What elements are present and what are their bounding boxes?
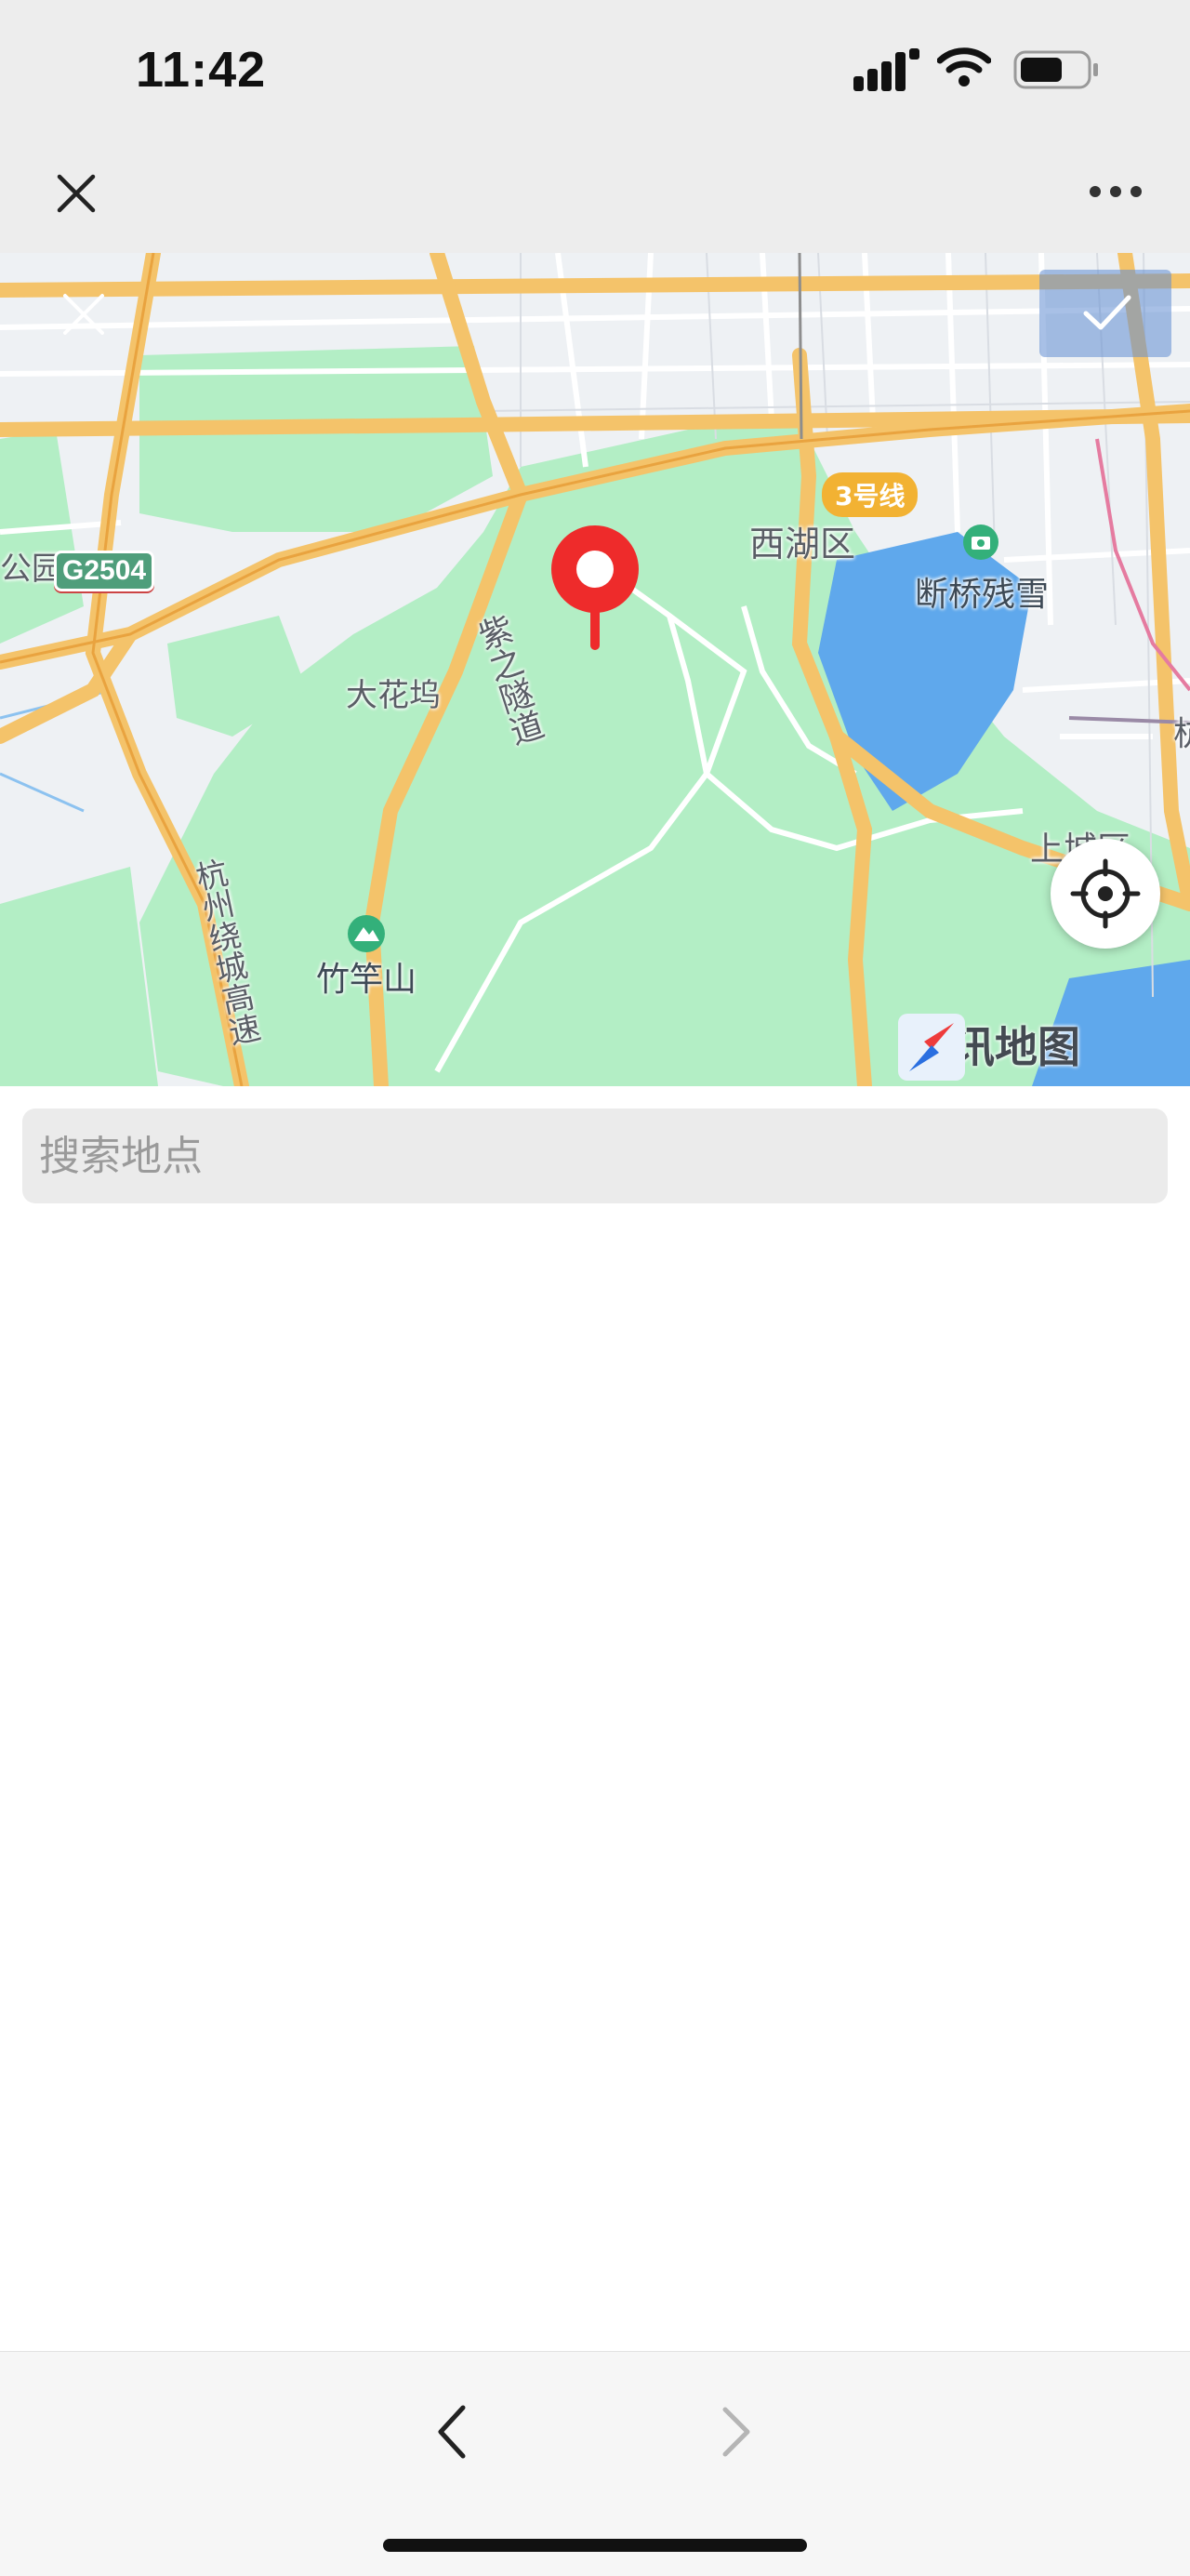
chevron-right-icon[interactable] bbox=[716, 2406, 757, 2458]
mountain-icon[interactable] bbox=[346, 913, 387, 954]
wifi-icon bbox=[937, 47, 991, 86]
battery-icon bbox=[1013, 50, 1098, 89]
map-label-edge: 杭 bbox=[1173, 707, 1190, 755]
metro-badge: 3号线 bbox=[822, 472, 919, 517]
status-time: 11:42 bbox=[136, 42, 267, 98]
navigation-bar bbox=[0, 139, 1190, 253]
map-brand: 腾讯地图 bbox=[898, 1014, 1080, 1081]
more-icon[interactable] bbox=[1088, 184, 1144, 199]
locate-me-button[interactable] bbox=[1051, 839, 1160, 949]
map-label-village: 大花坞 bbox=[346, 677, 441, 714]
search-input[interactable] bbox=[22, 1109, 1168, 1203]
signal-icon bbox=[853, 48, 919, 91]
chevron-left-icon[interactable] bbox=[431, 2404, 472, 2460]
compass-logo-icon bbox=[898, 1014, 965, 1081]
scenic-spot-icon[interactable] bbox=[961, 523, 1000, 562]
map-cancel-icon[interactable] bbox=[61, 292, 106, 337]
map-label-scenic: 断桥残雪 bbox=[915, 576, 1050, 614]
location-pin-icon[interactable] bbox=[549, 524, 641, 655]
confirm-button[interactable] bbox=[1039, 270, 1171, 357]
road-badge-g2504: G2504 bbox=[54, 551, 155, 591]
check-icon bbox=[1083, 295, 1131, 330]
status-bar: 11:42 bbox=[0, 0, 1190, 139]
map-background bbox=[0, 253, 1190, 1086]
crosshair-icon bbox=[1070, 858, 1141, 929]
map-view[interactable]: 公园 G2504 3号线 西湖区 断桥残雪 大花坞 紫之隧道 杭州绕城高速 竹竿… bbox=[0, 253, 1190, 1086]
map-label-mountain: 竹竿山 bbox=[316, 961, 417, 999]
map-label-district: 西湖区 bbox=[749, 524, 856, 564]
home-indicator bbox=[383, 2539, 807, 2552]
close-icon[interactable] bbox=[54, 171, 99, 216]
